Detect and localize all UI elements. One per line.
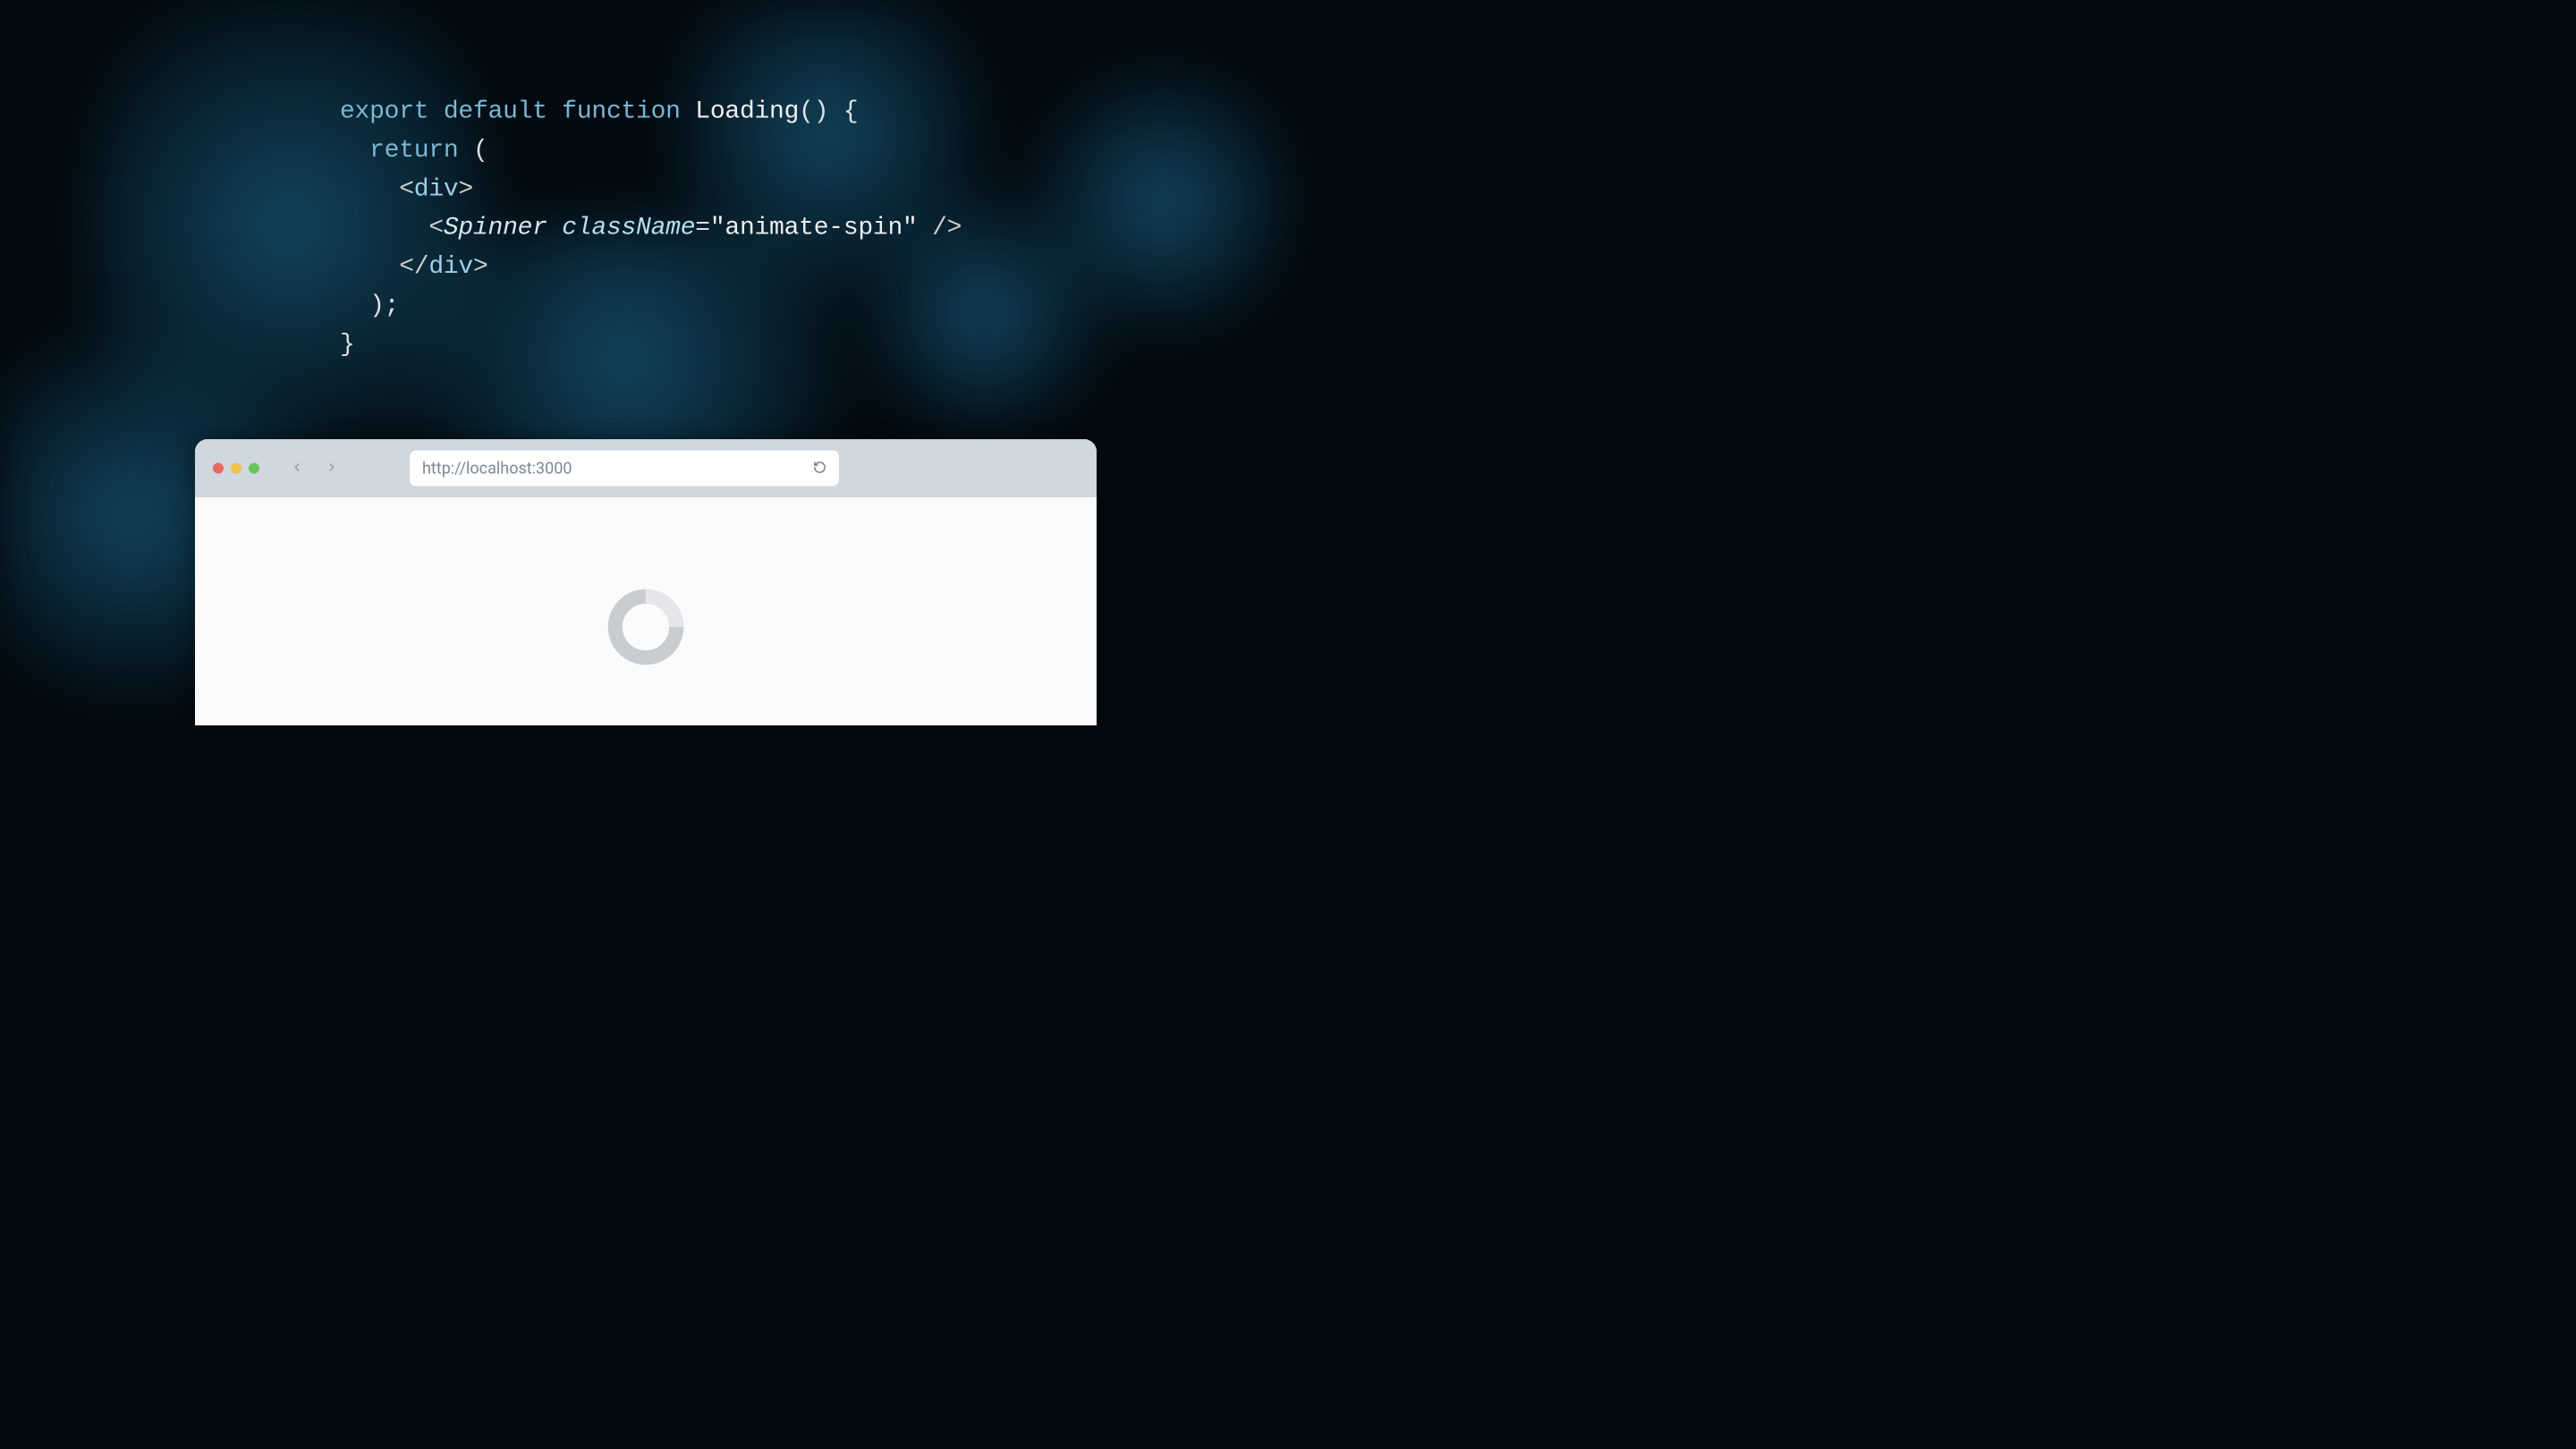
traffic-lights: [213, 463, 259, 474]
chevron-right-icon: [326, 461, 338, 476]
equals: =: [695, 213, 710, 242]
keyword-default: default: [444, 97, 547, 125]
url-text: http://localhost:3000: [422, 459, 806, 478]
brace-close: }: [340, 329, 355, 358]
brace-open: {: [828, 97, 858, 125]
nav-arrows: [291, 461, 338, 476]
angle-open: <: [399, 174, 414, 203]
angle-close: >: [458, 174, 473, 203]
tag-div-open: div: [414, 174, 459, 203]
quote-open: ": [710, 213, 725, 242]
self-close: />: [918, 213, 962, 242]
reload-button[interactable]: [813, 461, 826, 477]
minimize-window-button[interactable]: [231, 463, 242, 474]
string-value: animate-spin: [724, 213, 902, 242]
angle-open: <: [428, 213, 444, 242]
keyword-return: return: [369, 135, 458, 164]
spinner-icon: [606, 587, 686, 670]
maximize-window-button[interactable]: [249, 463, 259, 474]
function-name: Loading: [695, 97, 799, 125]
paren-close: );: [369, 291, 399, 319]
reload-icon: [813, 461, 826, 477]
component-spinner: Spinner: [444, 213, 547, 242]
browser-viewport: [195, 497, 1097, 725]
tag-div-close: div: [428, 252, 473, 281]
back-button[interactable]: [291, 461, 303, 476]
angle-close: >: [473, 252, 488, 281]
keyword-function: function: [562, 97, 680, 125]
url-bar[interactable]: http://localhost:3000: [410, 451, 839, 487]
angle-open: </: [399, 252, 428, 281]
keyword-export: export: [340, 97, 428, 125]
chevron-left-icon: [291, 461, 303, 476]
paren-open: (: [458, 135, 487, 164]
parens: (): [799, 97, 828, 125]
browser-window: http://localhost:3000: [195, 439, 1097, 725]
quote-close: ": [902, 213, 918, 242]
close-window-button[interactable]: [213, 463, 224, 474]
browser-toolbar: http://localhost:3000: [195, 439, 1097, 497]
forward-button[interactable]: [326, 461, 338, 476]
code-snippet: export default function Loading() { retu…: [340, 92, 962, 364]
attr-classname: className: [562, 213, 695, 242]
